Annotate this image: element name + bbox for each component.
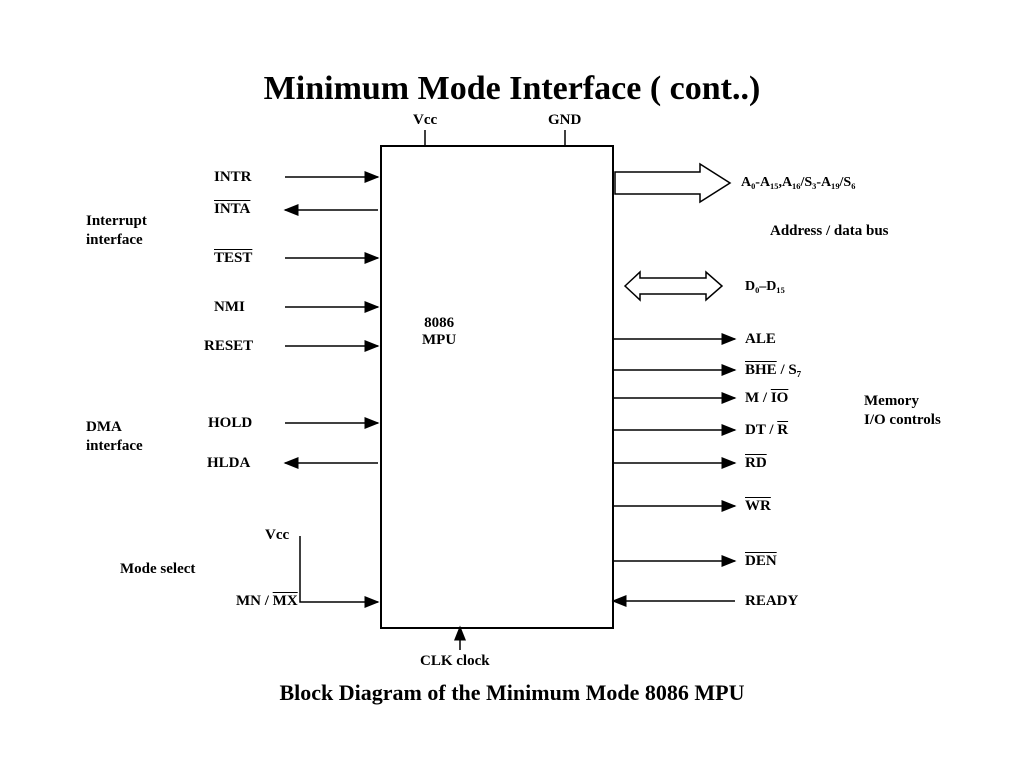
diagram-svg (0, 0, 1024, 768)
